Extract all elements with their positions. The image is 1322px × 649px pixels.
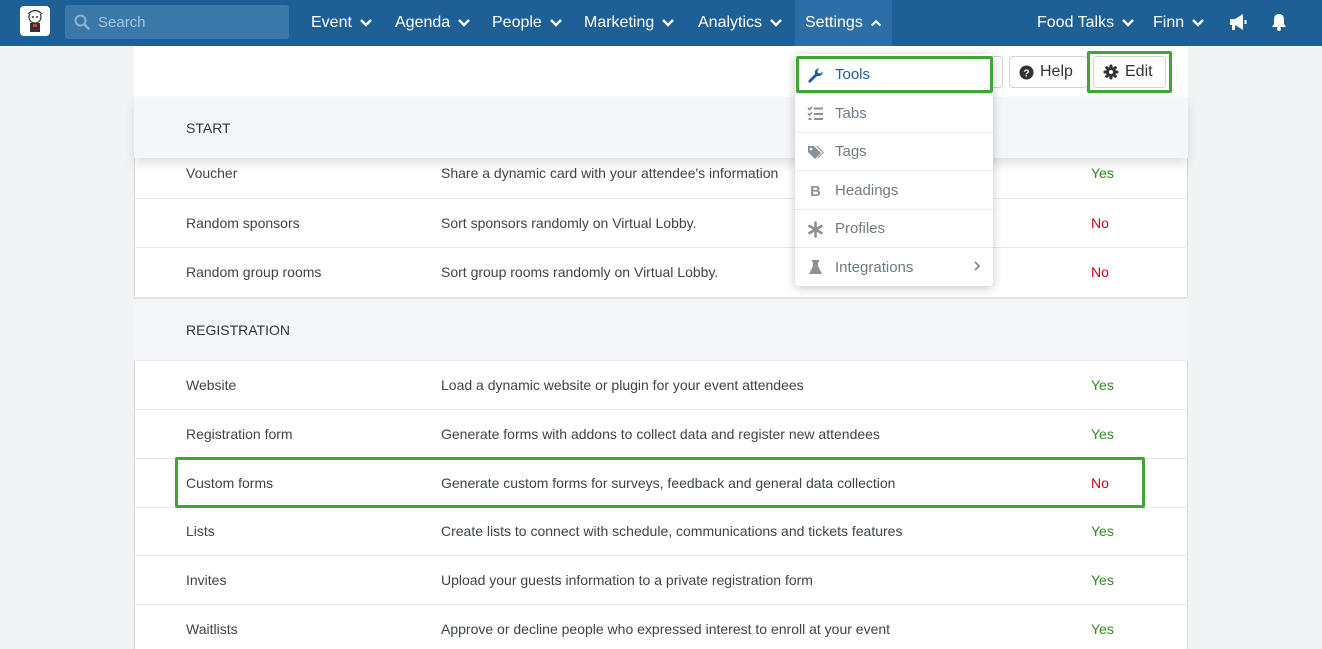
nav-analytics[interactable]: Analytics: [688, 0, 793, 46]
nav-people[interactable]: People: [482, 0, 573, 46]
menu-item-label: Tags: [835, 143, 867, 160]
feature-name: Lists: [186, 523, 215, 539]
menu-item-tools[interactable]: Tools: [795, 56, 993, 94]
event-name-label: Food Talks: [1037, 14, 1115, 31]
feature-description: Sort group rooms randomly on Virtual Lob…: [441, 264, 719, 280]
table-row[interactable]: Website Load a dynamic website or plugin…: [134, 361, 1188, 410]
feature-name: Random group rooms: [186, 264, 322, 280]
feature-status[interactable]: Yes: [1091, 507, 1114, 555]
menu-item-integrations[interactable]: Integrations: [795, 248, 993, 286]
chevron-down-icon: [1122, 19, 1134, 27]
chevron-down-icon: [770, 19, 782, 27]
edit-label: Edit: [1125, 63, 1153, 80]
feature-description: Generate custom forms for surveys, feedb…: [441, 475, 896, 491]
chevron-down-icon: [360, 19, 372, 27]
top-navbar: Event Agenda People Marketing Analytics …: [0, 0, 1322, 46]
chevron-down-icon: [549, 19, 562, 27]
edit-button[interactable]: Edit: [1093, 56, 1166, 88]
asterisk-icon: [808, 221, 823, 238]
menu-item-tabs[interactable]: Tabs: [795, 94, 993, 133]
user-name-label: Finn: [1153, 14, 1185, 31]
app-logo[interactable]: [20, 6, 50, 36]
feature-name: Registration form: [186, 426, 293, 442]
section-header-start: START: [134, 97, 1188, 158]
tags-icon: [808, 146, 824, 159]
section-title: START: [186, 119, 231, 136]
feature-description: Sort sponsors randomly on Virtual Lobby.: [441, 215, 697, 231]
search-input[interactable]: [98, 5, 283, 39]
feature-name: Waitlists: [186, 621, 238, 637]
feature-status[interactable]: No: [1091, 248, 1109, 296]
wrench-icon: [808, 68, 823, 83]
chevron-right-icon: [974, 261, 981, 271]
feature-status[interactable]: Yes: [1091, 410, 1114, 458]
feature-description: Generate forms with addons to collect da…: [441, 426, 880, 442]
feature-description: Approve or decline people who expressed …: [441, 621, 891, 637]
help-button[interactable]: ? Help: [1009, 56, 1088, 88]
chevron-up-icon: [870, 19, 881, 27]
feature-status[interactable]: No: [1091, 459, 1109, 507]
nav-event-switcher[interactable]: Food Talks: [1027, 0, 1145, 46]
menu-item-label: Profiles: [835, 220, 886, 237]
nav-marketing-label: Marketing: [584, 14, 655, 31]
feature-name: Random sponsors: [186, 215, 300, 231]
feature-name: Website: [186, 377, 237, 393]
table-row[interactable]: Registration form Generate forms with ad…: [134, 410, 1188, 459]
table-row[interactable]: Waitlists Approve or decline people who …: [134, 605, 1188, 649]
menu-item-headings[interactable]: B Headings: [795, 171, 993, 210]
feature-description: Load a dynamic website or plugin for you…: [441, 377, 804, 393]
nav-event-label: Event: [311, 14, 352, 31]
nav-agenda-label: Agenda: [395, 14, 451, 31]
nav-marketing[interactable]: Marketing: [574, 0, 685, 46]
chevron-down-icon: [662, 19, 675, 27]
svg-text:?: ?: [1023, 68, 1029, 79]
table-row[interactable]: Random group rooms Sort group rooms rand…: [134, 248, 1188, 298]
settings-dropdown-menu: Tools Tabs Tags B Headings Profiles Inte…: [795, 54, 993, 286]
section-header-registration: REGISTRATION: [134, 298, 1188, 361]
search-box[interactable]: [65, 5, 289, 39]
menu-item-label: Tools: [835, 66, 871, 83]
table-row[interactable]: Random sponsors Sort sponsors randomly o…: [134, 199, 1188, 248]
table-row[interactable]: Custom forms Generate custom forms for s…: [134, 459, 1188, 508]
menu-item-profiles[interactable]: Profiles: [795, 210, 993, 248]
table-row[interactable]: Lists Create lists to connect with sched…: [134, 507, 1188, 556]
nav-analytics-label: Analytics: [698, 14, 763, 31]
feature-description: Create lists to connect with schedule, c…: [441, 523, 903, 539]
feature-name: Custom forms: [186, 475, 274, 491]
feature-status[interactable]: No: [1091, 199, 1109, 247]
menu-item-label: Tabs: [835, 104, 867, 122]
feature-name: Invites: [186, 572, 227, 588]
help-label: Help: [1040, 63, 1073, 80]
feature-status[interactable]: Yes: [1091, 556, 1114, 604]
gear-icon: [1103, 64, 1119, 80]
chevron-down-icon: [1192, 19, 1204, 27]
list-check-icon: [807, 106, 823, 120]
chevron-down-icon: [458, 19, 471, 27]
nav-agenda[interactable]: Agenda: [385, 0, 481, 46]
feature-description: Upload your guests information to a priv…: [441, 572, 813, 588]
nav-settings-label: Settings: [805, 14, 863, 31]
menu-item-label: Headings: [835, 181, 899, 199]
section-title: REGISTRATION: [186, 321, 290, 338]
nav-user-menu[interactable]: Finn: [1143, 0, 1215, 46]
svg-text:B: B: [810, 183, 821, 199]
bell-icon[interactable]: [1268, 11, 1290, 33]
flask-icon: [809, 260, 822, 274]
bold-icon: B: [810, 183, 821, 199]
feature-status[interactable]: Yes: [1091, 605, 1114, 649]
megaphone-icon[interactable]: [1227, 11, 1249, 33]
feature-status[interactable]: Yes: [1091, 361, 1114, 409]
nav-settings[interactable]: Settings: [795, 0, 892, 46]
nav-event[interactable]: Event: [301, 0, 383, 46]
nav-people-label: People: [492, 14, 542, 31]
menu-item-tags[interactable]: Tags: [795, 133, 993, 171]
menu-item-label: Integrations: [835, 258, 914, 276]
table-row[interactable]: Invites Upload your guests information t…: [134, 556, 1188, 605]
question-circle-icon: ?: [1019, 64, 1034, 80]
search-icon: [74, 14, 90, 30]
